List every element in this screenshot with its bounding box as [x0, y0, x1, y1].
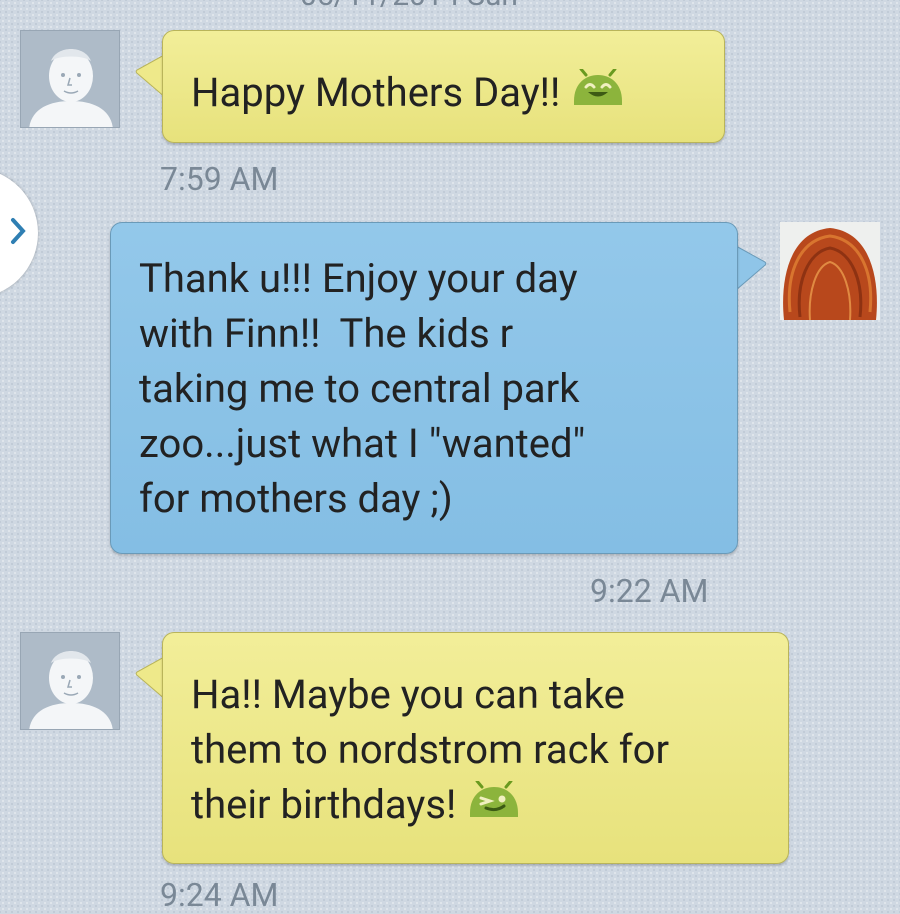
- user-avatar[interactable]: [780, 222, 880, 320]
- chevron-right-icon: [11, 218, 26, 244]
- default-person-icon: [29, 49, 113, 127]
- message-timestamp: 9:22 AM: [590, 572, 709, 610]
- android-happy-icon: [570, 67, 626, 123]
- android-wink-icon: [466, 779, 522, 835]
- message-bubble-outgoing[interactable]: Thank u!!! Enjoy your day with Finn!! Th…: [110, 222, 738, 554]
- contact-avatar[interactable]: [20, 632, 120, 730]
- message-text: Thank u!!! Enjoy your day with Finn!! Th…: [139, 255, 586, 522]
- message-timestamp: 7:59 AM: [160, 160, 279, 198]
- message-text: Ha!! Maybe you can take them to nordstro…: [191, 671, 670, 828]
- message-bubble-incoming[interactable]: Happy Mothers Day!!: [162, 30, 725, 143]
- side-panel-handle[interactable]: [0, 168, 38, 298]
- default-person-icon: [29, 651, 113, 729]
- message-text: Happy Mothers Day!!: [191, 69, 561, 116]
- contact-avatar[interactable]: [20, 30, 120, 128]
- message-bubble-incoming[interactable]: Ha!! Maybe you can take them to nordstro…: [162, 632, 789, 864]
- profile-photo-icon: [780, 222, 880, 320]
- message-timestamp: 9:24 AM: [160, 876, 279, 914]
- date-header: 05/11/2014 Sun: [300, 0, 518, 13]
- bubble-tail: [735, 245, 767, 292]
